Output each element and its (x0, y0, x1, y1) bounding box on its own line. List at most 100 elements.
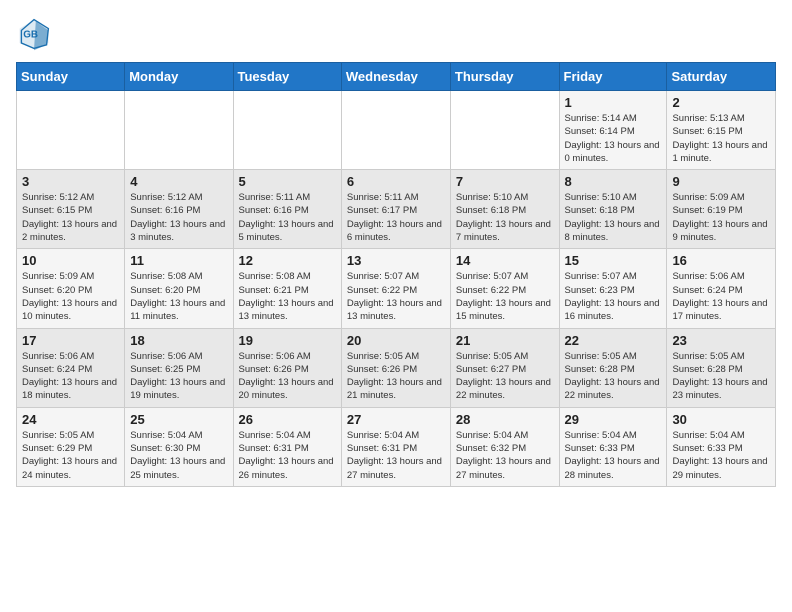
day-number: 27 (347, 412, 445, 427)
calendar-cell: 21 Sunrise: 5:05 AM Sunset: 6:27 PM Dayli… (450, 328, 559, 407)
weekday-header-tuesday: Tuesday (233, 63, 341, 91)
calendar-cell: 19 Sunrise: 5:06 AM Sunset: 6:26 PM Dayli… (233, 328, 341, 407)
svg-text:GB: GB (23, 30, 38, 41)
calendar-cell: 30 Sunrise: 5:04 AM Sunset: 6:33 PM Dayli… (667, 407, 776, 486)
day-info: Sunrise: 5:08 AM Sunset: 6:21 PM Dayligh… (239, 270, 336, 323)
day-info: Sunrise: 5:11 AM Sunset: 6:17 PM Dayligh… (347, 191, 445, 244)
calendar-cell: 26 Sunrise: 5:04 AM Sunset: 6:31 PM Dayli… (233, 407, 341, 486)
calendar-cell: 6Sunrise: 5:11 AM Sunset: 6:17 PM Daylig… (341, 170, 450, 249)
day-info: Sunrise: 5:04 AM Sunset: 6:32 PM Dayligh… (456, 429, 554, 482)
day-info: Sunrise: 5:07 AM Sunset: 6:23 PM Dayligh… (565, 270, 662, 323)
logo-icon: GB (16, 16, 52, 52)
calendar-cell: 24 Sunrise: 5:05 AM Sunset: 6:29 PM Dayli… (17, 407, 125, 486)
day-info: Sunrise: 5:05 AM Sunset: 6:28 PM Dayligh… (672, 350, 770, 403)
weekday-header-wednesday: Wednesday (341, 63, 450, 91)
day-number: 26 (239, 412, 336, 427)
day-number: 22 (565, 333, 662, 348)
day-info: Sunrise: 5:05 AM Sunset: 6:28 PM Dayligh… (565, 350, 662, 403)
day-info: Sunrise: 5:04 AM Sunset: 6:33 PM Dayligh… (672, 429, 770, 482)
weekday-header-saturday: Saturday (667, 63, 776, 91)
calendar-cell: 1 Sunrise: 5:14 AM Sunset: 6:14 PM Daylig… (559, 91, 667, 170)
day-number: 28 (456, 412, 554, 427)
calendar-cell: 7Sunrise: 5:10 AM Sunset: 6:18 PM Daylig… (450, 170, 559, 249)
day-number: 8 (565, 174, 662, 189)
day-number: 21 (456, 333, 554, 348)
day-number: 16 (672, 253, 770, 268)
calendar-week-4: 17 Sunrise: 5:06 AM Sunset: 6:24 PM Dayli… (17, 328, 776, 407)
day-info: Sunrise: 5:13 AM Sunset: 6:15 PM Dayligh… (672, 112, 770, 165)
day-info: Sunrise: 5:06 AM Sunset: 6:24 PM Dayligh… (22, 350, 119, 403)
day-number: 3 (22, 174, 119, 189)
day-number: 30 (672, 412, 770, 427)
calendar-week-2: 3 Sunrise: 5:12 AM Sunset: 6:15 PM Daylig… (17, 170, 776, 249)
calendar-cell: 10Sunrise: 5:09 AM Sunset: 6:20 PM Dayli… (17, 249, 125, 328)
calendar-cell: 15 Sunrise: 5:07 AM Sunset: 6:23 PM Dayli… (559, 249, 667, 328)
calendar-cell: 25Sunrise: 5:04 AM Sunset: 6:30 PM Dayli… (125, 407, 233, 486)
day-number: 13 (347, 253, 445, 268)
weekday-header-friday: Friday (559, 63, 667, 91)
day-number: 4 (130, 174, 227, 189)
calendar-cell: 4 Sunrise: 5:12 AM Sunset: 6:16 PM Daylig… (125, 170, 233, 249)
calendar-cell: 17 Sunrise: 5:06 AM Sunset: 6:24 PM Dayli… (17, 328, 125, 407)
calendar-cell: 11 Sunrise: 5:08 AM Sunset: 6:20 PM Dayli… (125, 249, 233, 328)
day-number: 1 (565, 95, 662, 110)
day-number: 7 (456, 174, 554, 189)
day-info: Sunrise: 5:06 AM Sunset: 6:25 PM Dayligh… (130, 350, 227, 403)
calendar-week-3: 10Sunrise: 5:09 AM Sunset: 6:20 PM Dayli… (17, 249, 776, 328)
calendar-cell: 18 Sunrise: 5:06 AM Sunset: 6:25 PM Dayli… (125, 328, 233, 407)
day-info: Sunrise: 5:05 AM Sunset: 6:29 PM Dayligh… (22, 429, 119, 482)
calendar-cell: 27Sunrise: 5:04 AM Sunset: 6:31 PM Dayli… (341, 407, 450, 486)
day-info: Sunrise: 5:10 AM Sunset: 6:18 PM Dayligh… (565, 191, 662, 244)
day-info: Sunrise: 5:04 AM Sunset: 6:31 PM Dayligh… (239, 429, 336, 482)
day-number: 15 (565, 253, 662, 268)
day-number: 12 (239, 253, 336, 268)
day-number: 11 (130, 253, 227, 268)
day-number: 2 (672, 95, 770, 110)
calendar-cell: 2 Sunrise: 5:13 AM Sunset: 6:15 PM Daylig… (667, 91, 776, 170)
calendar-cell (17, 91, 125, 170)
calendar-cell (341, 91, 450, 170)
day-info: Sunrise: 5:09 AM Sunset: 6:19 PM Dayligh… (672, 191, 770, 244)
day-number: 17 (22, 333, 119, 348)
calendar-cell (233, 91, 341, 170)
day-number: 14 (456, 253, 554, 268)
day-info: Sunrise: 5:06 AM Sunset: 6:26 PM Dayligh… (239, 350, 336, 403)
day-number: 9 (672, 174, 770, 189)
day-number: 24 (22, 412, 119, 427)
calendar-cell: 22 Sunrise: 5:05 AM Sunset: 6:28 PM Dayli… (559, 328, 667, 407)
day-info: Sunrise: 5:04 AM Sunset: 6:33 PM Dayligh… (565, 429, 662, 482)
day-info: Sunrise: 5:06 AM Sunset: 6:24 PM Dayligh… (672, 270, 770, 323)
day-info: Sunrise: 5:12 AM Sunset: 6:15 PM Dayligh… (22, 191, 119, 244)
logo: GB (16, 16, 56, 52)
day-number: 19 (239, 333, 336, 348)
day-info: Sunrise: 5:05 AM Sunset: 6:27 PM Dayligh… (456, 350, 554, 403)
day-number: 29 (565, 412, 662, 427)
day-info: Sunrise: 5:05 AM Sunset: 6:26 PM Dayligh… (347, 350, 445, 403)
calendar-cell: 16 Sunrise: 5:06 AM Sunset: 6:24 PM Dayli… (667, 249, 776, 328)
day-number: 10 (22, 253, 119, 268)
day-info: Sunrise: 5:12 AM Sunset: 6:16 PM Dayligh… (130, 191, 227, 244)
calendar-cell: 29 Sunrise: 5:04 AM Sunset: 6:33 PM Dayli… (559, 407, 667, 486)
day-number: 18 (130, 333, 227, 348)
calendar-cell (450, 91, 559, 170)
calendar-cell: 3 Sunrise: 5:12 AM Sunset: 6:15 PM Daylig… (17, 170, 125, 249)
day-info: Sunrise: 5:07 AM Sunset: 6:22 PM Dayligh… (456, 270, 554, 323)
calendar-week-5: 24 Sunrise: 5:05 AM Sunset: 6:29 PM Dayli… (17, 407, 776, 486)
day-info: Sunrise: 5:08 AM Sunset: 6:20 PM Dayligh… (130, 270, 227, 323)
weekday-header-thursday: Thursday (450, 63, 559, 91)
day-info: Sunrise: 5:07 AM Sunset: 6:22 PM Dayligh… (347, 270, 445, 323)
calendar-cell: 14 Sunrise: 5:07 AM Sunset: 6:22 PM Dayli… (450, 249, 559, 328)
calendar-cell: 12 Sunrise: 5:08 AM Sunset: 6:21 PM Dayli… (233, 249, 341, 328)
calendar-cell: 20 Sunrise: 5:05 AM Sunset: 6:26 PM Dayli… (341, 328, 450, 407)
calendar-cell: 23 Sunrise: 5:05 AM Sunset: 6:28 PM Dayli… (667, 328, 776, 407)
day-info: Sunrise: 5:11 AM Sunset: 6:16 PM Dayligh… (239, 191, 336, 244)
calendar-cell: 9 Sunrise: 5:09 AM Sunset: 6:19 PM Daylig… (667, 170, 776, 249)
calendar-cell: 13 Sunrise: 5:07 AM Sunset: 6:22 PM Dayli… (341, 249, 450, 328)
calendar-cell (125, 91, 233, 170)
calendar-table: SundayMondayTuesdayWednesdayThursdayFrid… (16, 62, 776, 487)
day-number: 5 (239, 174, 336, 189)
page-header: GB (16, 16, 776, 52)
day-number: 20 (347, 333, 445, 348)
day-number: 23 (672, 333, 770, 348)
day-info: Sunrise: 5:14 AM Sunset: 6:14 PM Dayligh… (565, 112, 662, 165)
